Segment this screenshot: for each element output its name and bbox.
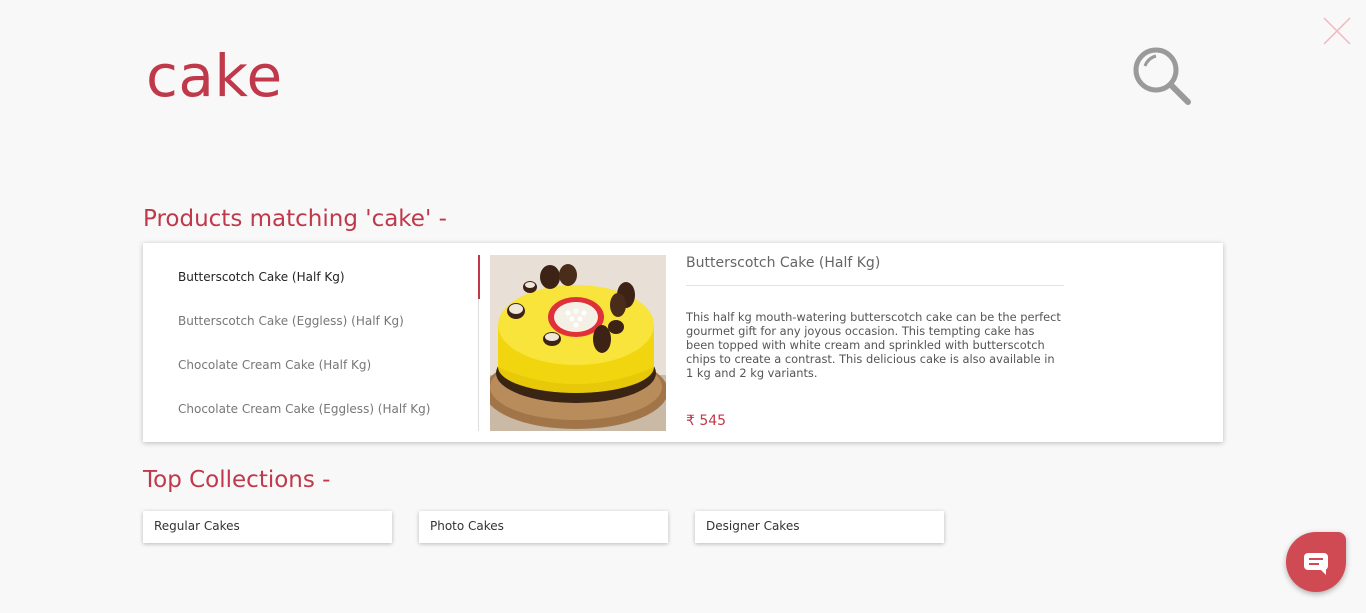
product-price: ₹ 545	[686, 413, 727, 429]
product-list-item[interactable]: Butterscotch Cake (Half Kg)	[178, 255, 474, 299]
product-description: This half kg mouth-watering butterscotch…	[686, 310, 1061, 380]
search-input[interactable]: cake	[146, 40, 283, 112]
product-list-item[interactable]: Chocolate Cream Cake (Half Kg)	[178, 343, 474, 387]
search-button[interactable]	[1130, 44, 1194, 108]
product-results-card: Butterscotch Cake (Half Kg) Butterscotch…	[143, 243, 1223, 442]
products-heading: Products matching 'cake' -	[143, 206, 447, 232]
collection-item-regular-cakes[interactable]: Regular Cakes	[143, 511, 392, 543]
close-button[interactable]	[1322, 16, 1352, 46]
collections-heading: Top Collections -	[143, 467, 331, 493]
product-list: Butterscotch Cake (Half Kg) Butterscotch…	[143, 255, 479, 431]
product-list-item[interactable]: Butterscotch Cake (Eggless) (Half Kg)	[178, 299, 474, 343]
cake-image	[490, 255, 666, 431]
collection-item-photo-cakes[interactable]: Photo Cakes	[419, 511, 668, 543]
search-icon	[1133, 47, 1191, 105]
active-item-marker	[478, 255, 480, 299]
product-detail: Butterscotch Cake (Half Kg) This half kg…	[686, 255, 1064, 380]
product-title[interactable]: Butterscotch Cake (Half Kg)	[686, 255, 1064, 286]
collection-item-designer-cakes[interactable]: Designer Cakes	[695, 511, 944, 543]
close-icon	[1323, 17, 1351, 45]
product-image[interactable]	[490, 255, 666, 431]
chat-icon	[1304, 553, 1328, 575]
chat-button[interactable]	[1286, 532, 1346, 592]
product-list-item[interactable]: Chocolate Cream Cake (Eggless) (Half Kg)	[178, 387, 474, 431]
